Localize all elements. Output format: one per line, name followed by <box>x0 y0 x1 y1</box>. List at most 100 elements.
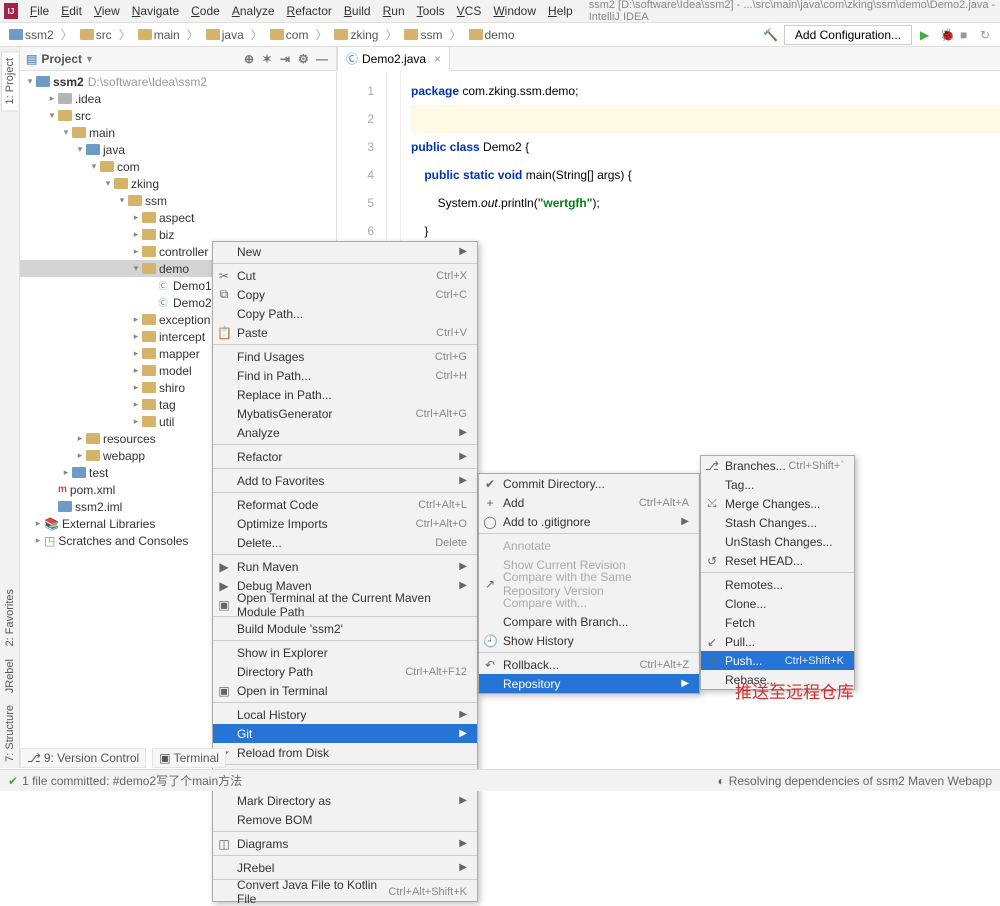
menu-item-find-usages[interactable]: Find UsagesCtrl+G <box>213 347 477 366</box>
run-icon[interactable]: ▶ <box>920 28 934 42</box>
favorites-tool-tab[interactable]: 2: Favorites <box>2 583 18 652</box>
menu-item-add[interactable]: +AddCtrl+Alt+A <box>479 493 699 512</box>
build-icon[interactable]: 🔨 <box>763 28 778 42</box>
bottom-tab-terminal[interactable]: ▣Terminal <box>152 748 226 768</box>
menu-item-convert-java-file-to-kotlin-file[interactable]: Convert Java File to Kotlin FileCtrl+Alt… <box>213 882 477 901</box>
breadcrumb-item[interactable]: src <box>77 27 115 43</box>
menu-item-push-[interactable]: ↗Push...Ctrl+Shift+K <box>701 651 854 670</box>
menu-navigate[interactable]: Navigate <box>126 2 185 20</box>
editor-tab-demo2[interactable]: Ⓒ Demo2.java × <box>337 46 450 71</box>
menu-code[interactable]: Code <box>185 2 226 20</box>
close-icon[interactable]: × <box>434 52 441 66</box>
menu-item-pull-[interactable]: ↙Pull... <box>701 632 854 651</box>
update-icon[interactable]: ↻ <box>980 28 994 42</box>
menu-item-local-history[interactable]: Local History▶ <box>213 705 477 724</box>
context-menu-git[interactable]: ✔Commit Directory...+AddCtrl+Alt+A◯Add t… <box>478 473 700 694</box>
menu-item-replace-in-path-[interactable]: Replace in Path... <box>213 385 477 404</box>
select-opened-icon[interactable]: ⊕ <box>244 52 258 66</box>
menu-item-show-in-explorer[interactable]: Show in Explorer <box>213 643 477 662</box>
menu-view[interactable]: View <box>88 2 126 20</box>
menu-window[interactable]: Window <box>487 2 542 20</box>
menu-item-analyze[interactable]: Analyze▶ <box>213 423 477 442</box>
debug-icon[interactable]: 🐞 <box>940 28 954 42</box>
menu-item-clone-[interactable]: Clone... <box>701 594 854 613</box>
menu-item-commit-directory-[interactable]: ✔Commit Directory... <box>479 474 699 493</box>
menu-item-jrebel[interactable]: JRebel▶ <box>213 858 477 877</box>
menu-item-fetch[interactable]: Fetch <box>701 613 854 632</box>
menu-item-remotes-[interactable]: Remotes... <box>701 575 854 594</box>
menu-item-optimize-imports[interactable]: Optimize ImportsCtrl+Alt+O <box>213 514 477 533</box>
project-tool-tab[interactable]: 1: Project <box>1 51 18 111</box>
tree-item-src[interactable]: ▾src <box>20 107 336 124</box>
menu-item-delete-[interactable]: Delete...Delete <box>213 533 477 552</box>
menu-item-paste[interactable]: 📋PasteCtrl+V <box>213 323 477 342</box>
menu-item-reload-from-disk[interactable]: ⟳Reload from Disk <box>213 743 477 762</box>
dropdown-icon[interactable]: ▼ <box>85 54 94 64</box>
menu-item-remove-bom[interactable]: Remove BOM <box>213 810 477 829</box>
breadcrumb-item[interactable]: ssm <box>401 27 445 43</box>
settings-icon[interactable]: ⚙ <box>298 52 312 66</box>
tree-item-aspect[interactable]: ▸aspect <box>20 209 336 226</box>
menu-item-reformat-code[interactable]: Reformat CodeCtrl+Alt+L <box>213 495 477 514</box>
structure-tool-tab[interactable]: 7: Structure <box>2 699 18 768</box>
collapse-icon[interactable]: ⇥ <box>280 52 294 66</box>
breadcrumb-item[interactable]: com <box>267 27 312 43</box>
menu-item-open-in-terminal[interactable]: ▣Open in Terminal <box>213 681 477 700</box>
menu-item-show-history[interactable]: 🕘Show History <box>479 631 699 650</box>
breadcrumb-item[interactable]: demo <box>466 27 518 43</box>
menu-item-merge-changes-[interactable]: ⤩Merge Changes... <box>701 494 854 513</box>
menu-item-build-module-ssm2-[interactable]: Build Module 'ssm2' <box>213 619 477 638</box>
breadcrumb-item[interactable]: java <box>203 27 247 43</box>
menu-item-mark-directory-as[interactable]: Mark Directory as▶ <box>213 791 477 810</box>
menu-item-reset-head-[interactable]: ↺Reset HEAD... <box>701 551 854 570</box>
tree-item-main[interactable]: ▾main <box>20 124 336 141</box>
menu-vcs[interactable]: VCS <box>451 2 488 20</box>
menu-refactor[interactable]: Refactor <box>281 2 338 20</box>
jrebel-tool-tab[interactable]: JRebel <box>2 653 18 699</box>
menu-item-unstash-changes-[interactable]: UnStash Changes... <box>701 532 854 551</box>
menu-item-refactor[interactable]: Refactor▶ <box>213 447 477 466</box>
breadcrumb-item[interactable]: main <box>135 27 183 43</box>
bottom-tab----version-control[interactable]: ⎇9: Version Control <box>20 748 146 768</box>
menu-item-git[interactable]: Git▶ <box>213 724 477 743</box>
menu-tools[interactable]: Tools <box>411 2 451 20</box>
tree-item--idea[interactable]: ▸.idea <box>20 90 336 107</box>
menu-item-run-maven[interactable]: ▶Run Maven▶ <box>213 557 477 576</box>
menu-item-repository[interactable]: Repository▶ <box>479 674 699 693</box>
menu-item-find-in-path-[interactable]: Find in Path...Ctrl+H <box>213 366 477 385</box>
menu-item-rollback-[interactable]: ↶Rollback...Ctrl+Alt+Z <box>479 655 699 674</box>
menu-item-copy-path-[interactable]: Copy Path... <box>213 304 477 323</box>
add-configuration-button[interactable]: Add Configuration... <box>784 25 912 45</box>
menu-item-branches-[interactable]: ⎇Branches...Ctrl+Shift+` <box>701 456 854 475</box>
menu-item-mybatisgenerator[interactable]: MybatisGeneratorCtrl+Alt+G <box>213 404 477 423</box>
menu-item-directory-path[interactable]: Directory PathCtrl+Alt+F12 <box>213 662 477 681</box>
context-menu-main[interactable]: New▶ ✂CutCtrl+X⧉CopyCtrl+CCopy Path...📋Pa… <box>212 241 478 902</box>
menu-build[interactable]: Build <box>338 2 377 20</box>
tree-item-java[interactable]: ▾java <box>20 141 336 158</box>
menu-analyze[interactable]: Analyze <box>226 2 281 20</box>
menu-item-tag-[interactable]: Tag... <box>701 475 854 494</box>
menu-item-diagrams[interactable]: ◫Diagrams▶ <box>213 834 477 853</box>
breadcrumb-item[interactable]: zking <box>331 27 381 43</box>
menu-item-stash-changes-[interactable]: Stash Changes... <box>701 513 854 532</box>
breadcrumb-item[interactable]: ssm2 <box>6 27 57 43</box>
menu-item-new[interactable]: New▶ <box>213 242 477 261</box>
context-menu-repository[interactable]: ⎇Branches...Ctrl+Shift+`Tag...⤩Merge Cha… <box>700 455 855 690</box>
tree-item-com[interactable]: ▾com <box>20 158 336 175</box>
menu-item-cut[interactable]: ✂CutCtrl+X <box>213 266 477 285</box>
menu-edit[interactable]: Edit <box>55 2 88 20</box>
tree-root[interactable]: ▾ssm2D:\software\Idea\ssm2 <box>20 73 336 90</box>
menu-file[interactable]: File <box>24 2 55 20</box>
menu-item-add-to-gitignore[interactable]: ◯Add to .gitignore▶ <box>479 512 699 531</box>
expand-icon[interactable]: ✶ <box>262 52 276 66</box>
tree-item-zking[interactable]: ▾zking <box>20 175 336 192</box>
menu-help[interactable]: Help <box>542 2 579 20</box>
menu-item-copy[interactable]: ⧉CopyCtrl+C <box>213 285 477 304</box>
stop-icon[interactable]: ■ <box>960 28 974 42</box>
menu-run[interactable]: Run <box>377 2 411 20</box>
hide-icon[interactable]: — <box>316 52 330 66</box>
menu-item-add-to-favorites[interactable]: Add to Favorites▶ <box>213 471 477 490</box>
menu-item-compare-with-branch-[interactable]: Compare with Branch... <box>479 612 699 631</box>
menu-item-open-terminal-at-the-current-maven-module-path[interactable]: ▣Open Terminal at the Current Maven Modu… <box>213 595 477 614</box>
tree-item-ssm[interactable]: ▾ssm <box>20 192 336 209</box>
